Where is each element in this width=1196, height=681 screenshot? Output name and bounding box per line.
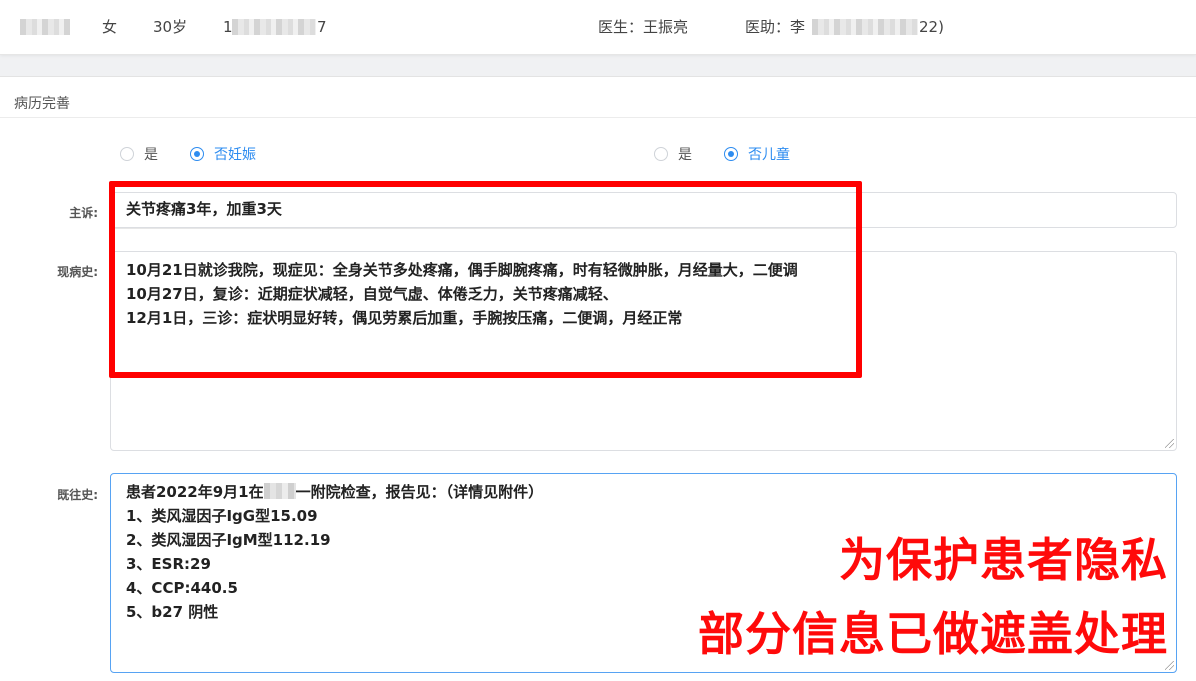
past-history-line1-after: 一附院检查，报告见：（详情见附件） [295,483,544,501]
child-no-radio[interactable]: 否儿童 [724,144,790,164]
past-history-line: 患者2022年9月1在 一附院检查，报告见：（详情见附件） [126,480,1161,504]
patient-phone-suffix: 7 [317,18,327,36]
chief-complaint-value: 关节疼痛3年，加重3天 [126,200,282,218]
chief-complaint-label: 主诉: [69,206,98,220]
past-history-line: 1、类风湿因子IgG型15.09 [126,507,318,525]
patient-header: 女 30岁 1 7 医生：王振亮 医助：李 22) [0,0,1196,55]
radio-label: 是 [144,147,158,163]
patient-name-masked [20,19,70,35]
radio-label: 否儿童 [748,147,790,163]
pregnancy-radio-group: 是 否妊娠 [120,144,288,164]
section-divider [0,117,1196,118]
radio-checked-icon [724,147,738,161]
pregnancy-yes-radio[interactable]: 是 [120,144,158,164]
patient-gender: 女 [102,18,118,36]
resize-handle-icon[interactable] [1165,439,1174,448]
past-history-line1-before: 患者2022年9月1在 [126,483,264,501]
radio-circle-icon [654,147,668,161]
pregnancy-no-radio[interactable]: 否妊娠 [190,144,256,164]
present-illness-label: 现病史: [57,265,98,279]
radio-label: 否妊娠 [214,147,256,163]
radio-label: 是 [678,147,692,163]
privacy-notice-line2: 部分信息已做遮盖处理 [698,607,1168,661]
doctor-name: 医生：王振亮 [598,18,689,36]
privacy-notice-line1: 为保护患者隐私 [839,533,1168,587]
child-yes-radio[interactable]: 是 [654,144,692,164]
radio-circle-icon [120,147,134,161]
child-radio-group: 是 否儿童 [654,144,822,164]
patient-phone-masked [232,19,316,35]
radio-checked-icon [190,147,204,161]
patient-age: 30岁 [153,18,188,36]
section-title: 病历完善 [14,96,70,112]
past-history-label: 既往史: [57,488,98,502]
resize-handle-icon[interactable] [1165,661,1174,670]
assistant-suffix: 22) [919,18,944,36]
present-illness-line: 10月21日就诊我院，现症见：全身关节多处疼痛，偶手脚腕疼痛，时有轻微肿胀，月经… [126,261,798,279]
present-illness-line: 10月27日，复诊：近期症状减轻，自觉气虚、体倦乏力，关节疼痛减轻、 [126,285,618,303]
chief-complaint-input[interactable]: 关节疼痛3年，加重3天 [110,192,1177,228]
present-illness-textarea[interactable]: 10月21日就诊我院，现症见：全身关节多处疼痛，偶手脚腕疼痛，时有轻微肿胀，月经… [110,251,1177,451]
assistant-prefix: 医助：李 [745,18,806,36]
hospital-name-masked [263,483,296,499]
present-illness-line: 12月1日，三诊：症状明显好转，偶见劳累后加重，手腕按压痛，二便调，月经正常 [126,309,683,327]
chief-complaint-bottom-border [109,228,862,229]
assistant-masked [812,19,918,35]
